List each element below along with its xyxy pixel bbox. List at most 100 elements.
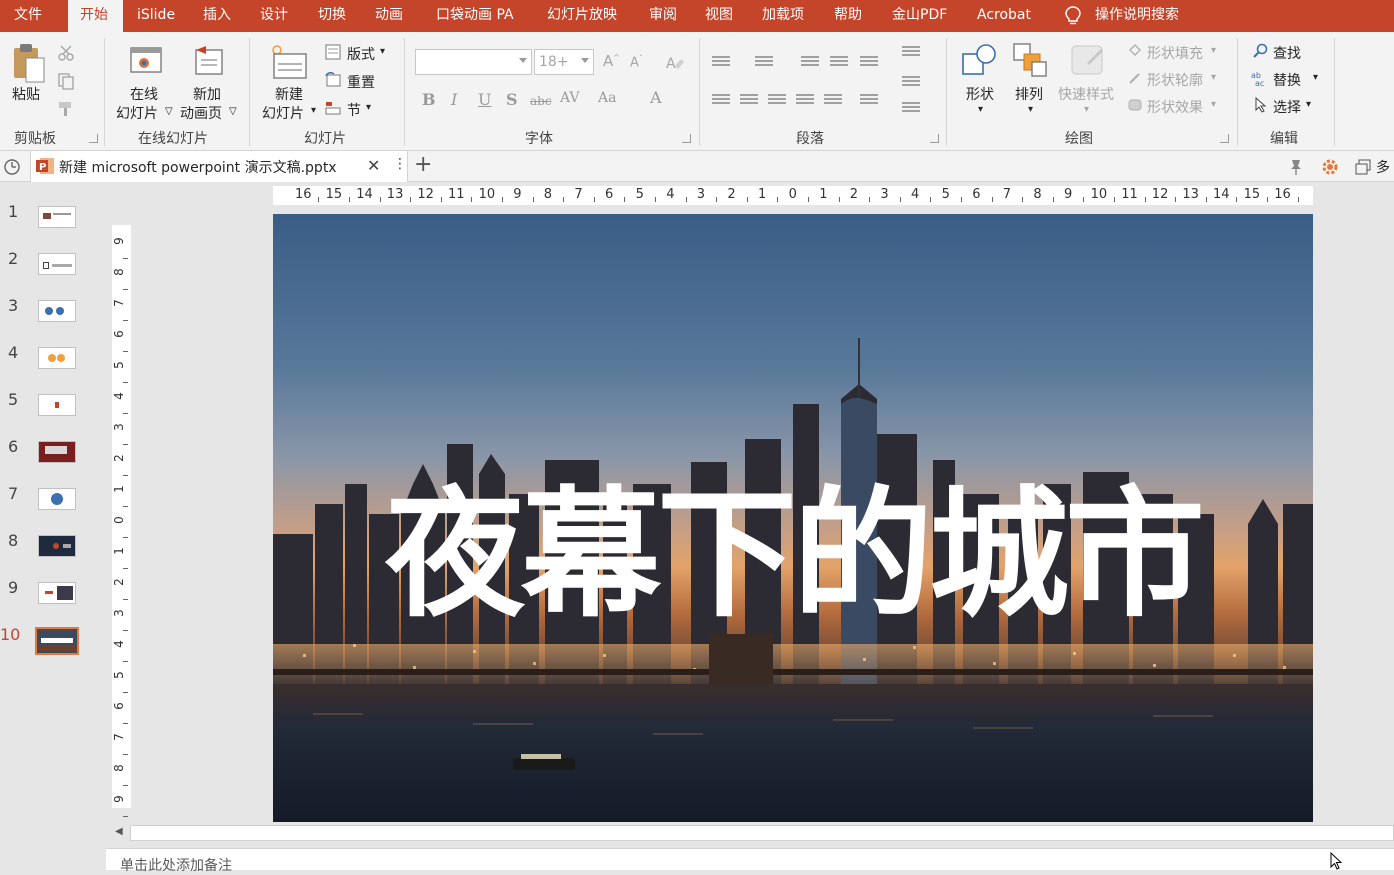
more-options-icon[interactable]: ⋮: [393, 156, 407, 172]
font-size-combobox[interactable]: 18+: [534, 49, 594, 75]
character-spacing-button[interactable]: AV: [560, 90, 580, 106]
tab-islide[interactable]: iSlide: [137, 0, 175, 32]
recent-files-icon[interactable]: [2, 157, 22, 177]
tab-file[interactable]: 文件: [14, 0, 42, 32]
new-tab-icon[interactable]: +: [414, 152, 432, 177]
slide-thumbnail[interactable]: [38, 206, 76, 228]
paragraph-launcher[interactable]: [930, 134, 939, 143]
scrollbar-track[interactable]: [130, 825, 1394, 841]
align-text-icon[interactable]: [902, 76, 920, 90]
line-spacing-icon[interactable]: [860, 56, 878, 70]
font-launcher[interactable]: [682, 134, 691, 143]
close-tab-icon[interactable]: ✕: [367, 156, 380, 175]
font-color-button[interactable]: A: [650, 88, 662, 107]
decrease-indent-icon[interactable]: [801, 56, 819, 70]
slide-title[interactable]: 夜幕下的城市: [273, 476, 1313, 636]
tab-transitions[interactable]: 切换: [318, 0, 346, 32]
multi-window-label[interactable]: 多: [1376, 157, 1390, 177]
tab-acrobat[interactable]: Acrobat: [977, 0, 1031, 32]
section-icon[interactable]: [325, 100, 341, 116]
tab-pocket-animation[interactable]: 口袋动画 PA: [436, 0, 514, 32]
vertical-ruler[interactable]: 9 8 7 6 5 4 3 2 1 0 1 2 3 4 5 6 7 8 9: [112, 225, 131, 817]
tab-wps-pdf[interactable]: 金山PDF: [892, 0, 947, 32]
tab-home[interactable]: 开始: [68, 0, 123, 34]
paste-button[interactable]: 粘贴: [12, 84, 40, 104]
tab-review[interactable]: 审阅: [649, 0, 677, 32]
horizontal-scrollbar[interactable]: ◀: [110, 824, 1394, 842]
replace-button[interactable]: 替换: [1273, 70, 1301, 90]
chevron-down-icon[interactable]: ▾: [1028, 104, 1033, 115]
horizontal-ruler[interactable]: 16 15 14 13 12 11 10 9 8 7 6 5 4 3 2 1 0 1 2 3 4 5 6 7 8 9 10 11 12 1…: [273, 186, 1313, 205]
underline-button[interactable]: U: [478, 90, 491, 109]
tab-help[interactable]: 帮助: [834, 0, 862, 32]
new-animation-page-label-2[interactable]: 动画页: [180, 103, 222, 123]
chevron-down-icon[interactable]: ▾: [1313, 72, 1318, 83]
chevron-down-icon[interactable]: ▾: [1084, 104, 1089, 115]
clipboard-launcher[interactable]: [89, 134, 98, 143]
distributed-icon[interactable]: [824, 94, 842, 108]
quick-styles-button[interactable]: 快速样式: [1058, 84, 1114, 104]
shape-effects-button[interactable]: 形状效果: [1147, 97, 1203, 117]
tab-addins[interactable]: 加载项: [762, 0, 804, 32]
align-center-icon[interactable]: [740, 94, 758, 108]
layout-button[interactable]: 版式: [347, 44, 375, 64]
increase-indent-icon[interactable]: [830, 56, 848, 70]
slide-thumbnail[interactable]: [38, 441, 76, 463]
slide-thumbnail[interactable]: [38, 582, 76, 604]
slide-thumbnail[interactable]: [38, 535, 76, 557]
chevron-down-icon[interactable]: ▾: [366, 102, 371, 113]
chevron-down-icon[interactable]: ▾: [1211, 99, 1216, 110]
tab-insert[interactable]: 插入: [203, 0, 231, 32]
chevron-down-icon[interactable]: ▾: [311, 105, 316, 116]
strikethrough-button[interactable]: abc: [530, 94, 552, 108]
chevron-down-icon[interactable]: ▾: [1211, 45, 1216, 56]
grow-font-button[interactable]: A^: [603, 52, 620, 70]
format-painter-icon[interactable]: [57, 100, 75, 118]
smartart-icon[interactable]: [902, 102, 920, 116]
shape-fill-button[interactable]: 形状填充: [1147, 43, 1203, 63]
bold-button[interactable]: B: [422, 90, 436, 109]
select-cursor-icon[interactable]: [1253, 97, 1269, 113]
slide-thumbnail[interactable]: [38, 300, 76, 322]
tab-design[interactable]: 设计: [260, 0, 288, 32]
chevron-down-icon[interactable]: ▽: [229, 106, 237, 117]
align-left-icon[interactable]: [712, 94, 730, 108]
quick-styles-icon[interactable]: [1068, 42, 1108, 78]
scroll-left-arrow-icon[interactable]: ◀: [115, 826, 123, 837]
chevron-down-icon[interactable]: ▽: [165, 106, 173, 117]
change-case-button[interactable]: Aa: [598, 90, 616, 106]
layout-icon[interactable]: [325, 44, 341, 60]
online-slides-label[interactable]: 在线: [130, 84, 158, 104]
italic-button[interactable]: I: [451, 90, 457, 109]
shrink-font-button[interactable]: Aˇ: [630, 54, 643, 70]
shape-fill-icon[interactable]: [1127, 42, 1143, 58]
arrange-icon[interactable]: [1012, 42, 1050, 78]
new-slide-label-2[interactable]: 幻灯片: [262, 103, 304, 123]
section-button[interactable]: 节: [347, 100, 361, 120]
chevron-down-icon[interactable]: ▾: [1306, 99, 1311, 110]
slide-thumbnail[interactable]: [38, 347, 76, 369]
text-shadow-button[interactable]: S: [506, 90, 518, 109]
new-slide-label[interactable]: 新建: [275, 84, 303, 104]
chevron-down-icon[interactable]: ▾: [380, 46, 385, 57]
paste-icon[interactable]: [10, 42, 48, 84]
slide-thumbnail[interactable]: [38, 394, 76, 416]
find-button[interactable]: 查找: [1273, 43, 1301, 63]
new-animation-page-label[interactable]: 新加: [193, 84, 221, 104]
tab-slideshow[interactable]: 幻灯片放映: [547, 0, 617, 32]
font-name-combobox[interactable]: [415, 49, 532, 75]
find-icon[interactable]: [1252, 43, 1268, 59]
arrange-button[interactable]: 排列: [1015, 84, 1043, 104]
justify-icon[interactable]: [796, 94, 814, 108]
notes-placeholder[interactable]: 单击此处添加备注: [120, 855, 232, 875]
slide-thumbnail[interactable]: [38, 253, 76, 275]
chevron-down-icon[interactable]: ▾: [978, 104, 983, 115]
window-restore-icon[interactable]: [1355, 159, 1371, 175]
reset-button[interactable]: 重置: [347, 72, 375, 92]
online-slides-icon[interactable]: [129, 44, 163, 78]
align-right-icon[interactable]: [768, 94, 786, 108]
document-tab[interactable]: P 新建 microsoft powerpoint 演示文稿.pptx ✕ ⋮: [30, 151, 408, 182]
text-direction-icon[interactable]: [902, 46, 920, 66]
slide-thumbnail[interactable]: [38, 488, 76, 510]
copy-icon[interactable]: [57, 72, 75, 90]
